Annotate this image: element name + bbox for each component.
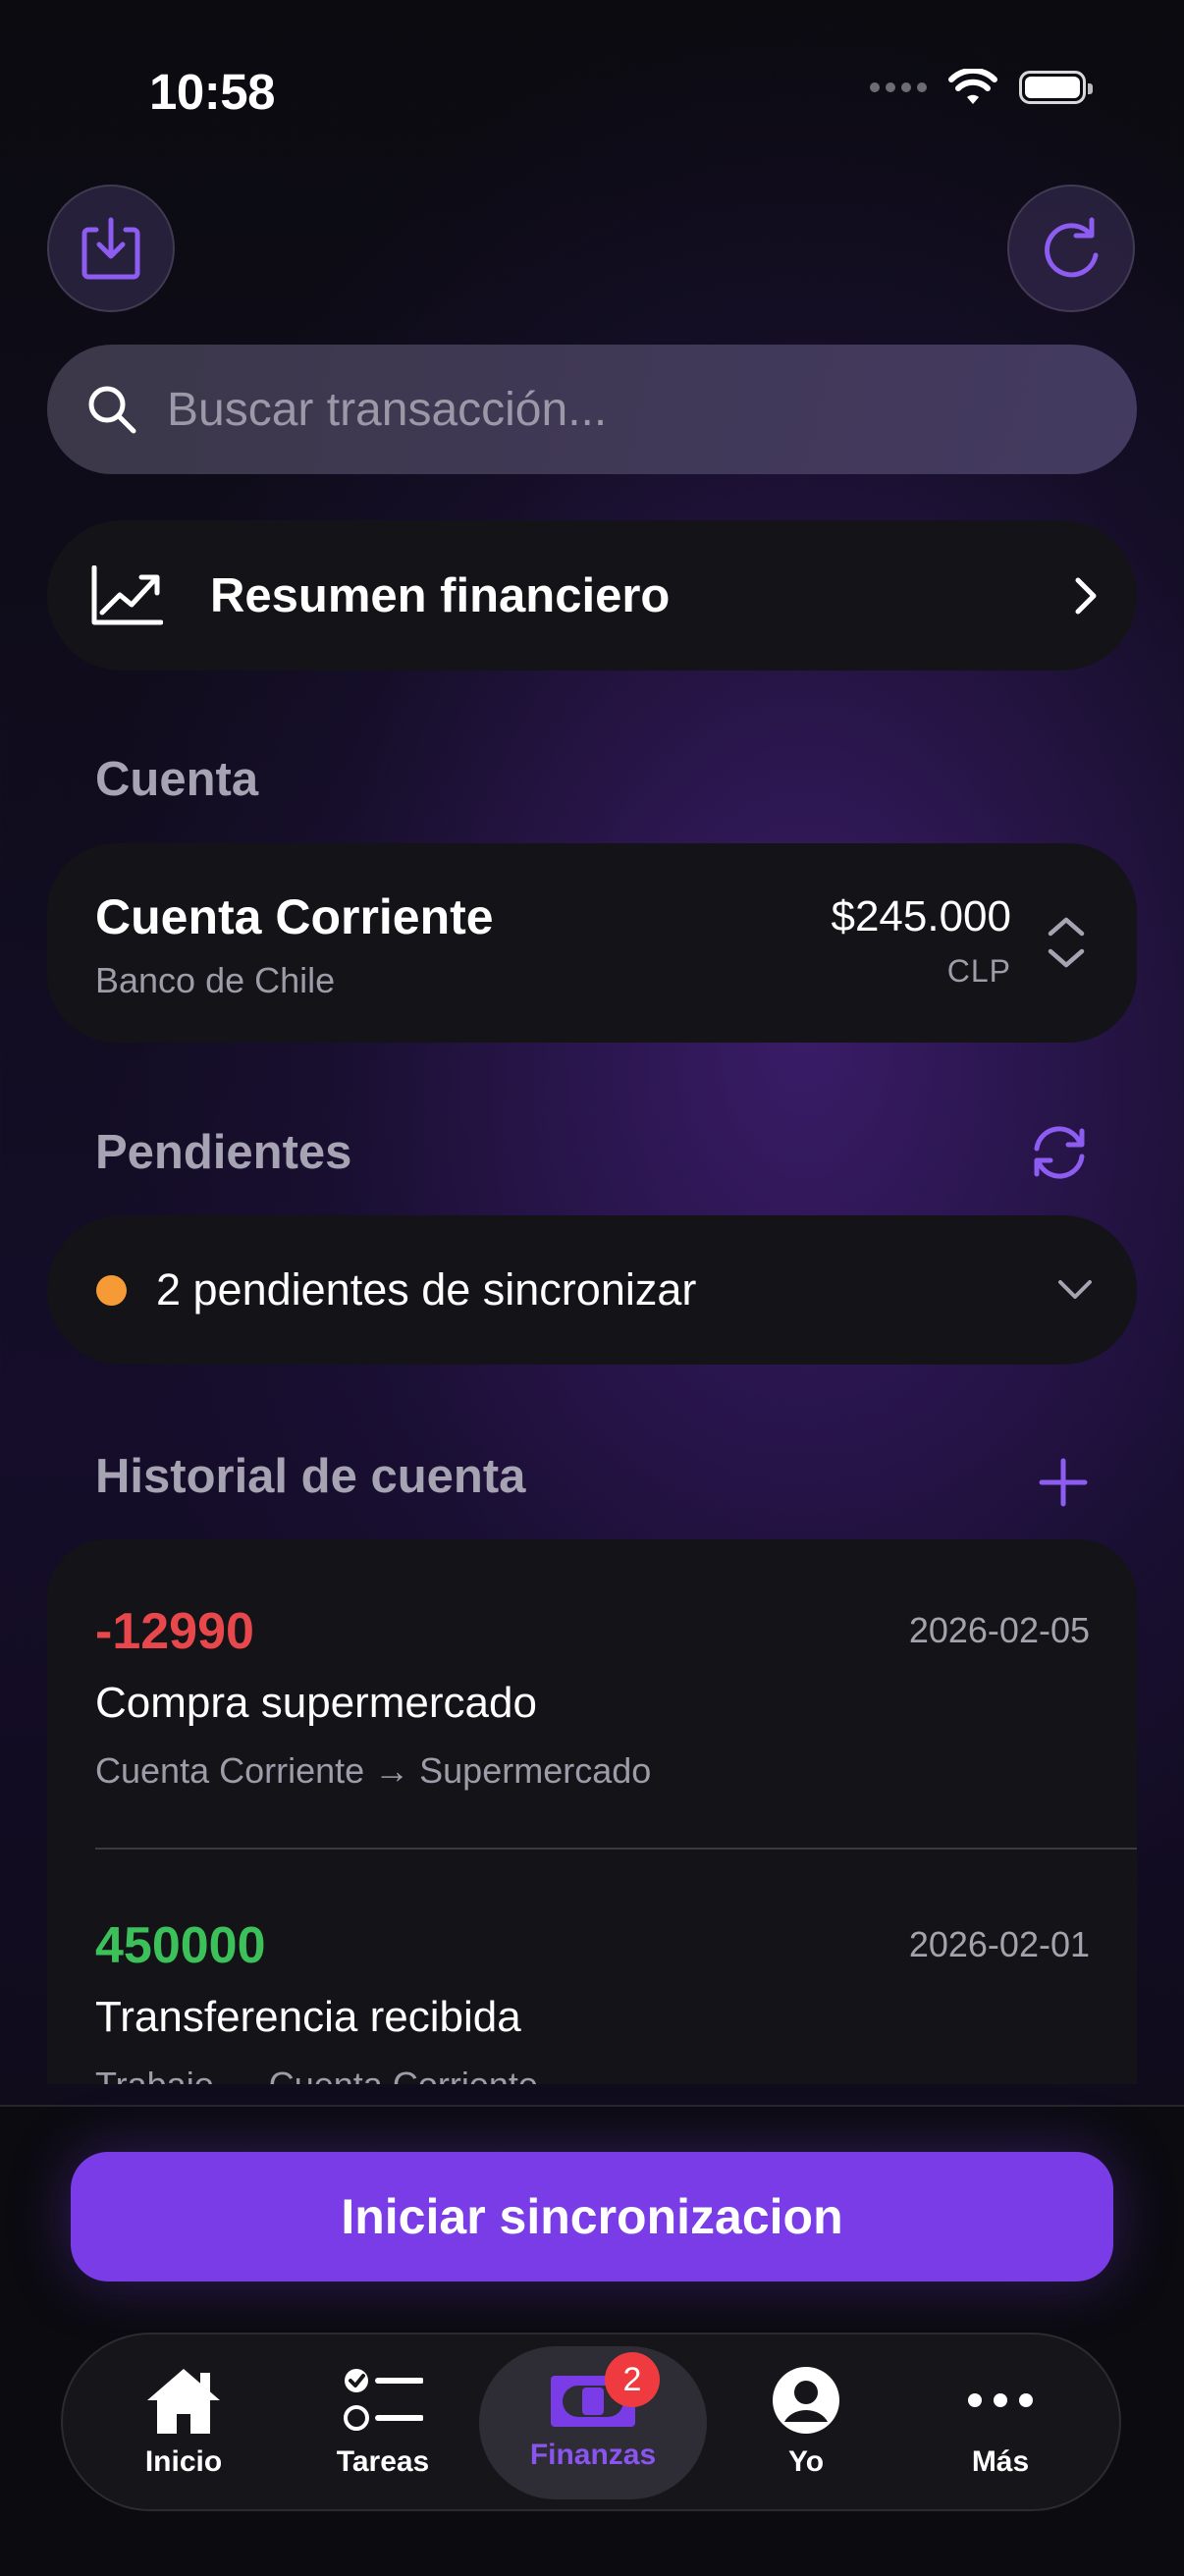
sync-arrows-icon (1034, 1126, 1085, 1179)
pending-sync-text: 2 pendientes de sincronizar (156, 1264, 697, 1315)
tab-label: Inicio (144, 2445, 223, 2478)
account-bank: Banco de Chile (95, 960, 336, 1000)
account-name: Cuenta Corriente (95, 889, 494, 944)
search-bar[interactable] (47, 345, 1137, 474)
search-input[interactable] (165, 381, 1052, 438)
status-indicators (870, 69, 1093, 106)
search-icon (88, 386, 136, 434)
download-tray-icon (81, 217, 140, 280)
transaction-date: 2026-02-05 (908, 1610, 1090, 1650)
transaction-title: Transferencia recibida (95, 1993, 521, 2041)
financial-summary-label: Resumen financiero (210, 568, 671, 622)
financial-summary-button[interactable]: Resumen financiero (47, 520, 1137, 671)
tab-bar: Inicio Tareas Finanzas 2 Yo Más (61, 2333, 1121, 2511)
tab-label: Más (971, 2445, 1030, 2478)
transaction-route: Cuenta Corriente → Supermercado (95, 1750, 652, 1791)
tab-yo[interactable]: Yo (705, 2334, 907, 2509)
tab-inicio[interactable]: Inicio (82, 2334, 285, 2509)
plus-icon (1039, 1458, 1088, 1507)
wifi-icon (948, 69, 997, 104)
transaction-date: 2026-02-01 (908, 1924, 1090, 1964)
refresh-icon (1045, 217, 1099, 278)
pending-section-title: Pendientes (95, 1126, 352, 1179)
add-transaction-button[interactable] (1038, 1457, 1089, 1513)
start-sync-button[interactable]: Iniciar sincronizacion (71, 2152, 1113, 2281)
account-balance: $245.000 (831, 892, 1011, 940)
status-time: 10:58 (149, 64, 275, 120)
pending-status-dot (96, 1274, 127, 1306)
chevron-right-icon (1075, 577, 1097, 614)
battery-icon (1019, 71, 1093, 104)
tab-label: Yo (787, 2445, 825, 2478)
chevron-down-icon (1058, 1280, 1092, 1299)
account-section-title: Cuenta (95, 753, 259, 806)
transaction-amount: -12990 (95, 1603, 254, 1660)
divider (95, 1848, 1137, 1850)
account-selector[interactable]: Cuenta Corriente Banco de Chile $245.000… (47, 843, 1137, 1043)
transaction-item[interactable]: 450000 2026-02-01 Transferencia recibida… (47, 1853, 1137, 2084)
transaction-title: Compra supermercado (95, 1679, 537, 1727)
transaction-route: Trabajo → Cuenta Corriente (95, 2065, 538, 2084)
chevron-up-down-icon (1048, 917, 1085, 968)
tab-finanzas[interactable]: Finanzas 2 (479, 2346, 707, 2499)
more-icon (968, 2393, 1033, 2407)
tab-label: Tareas (336, 2445, 430, 2478)
cellular-signal-icon (870, 82, 927, 92)
history-section-title: Historial de cuenta (95, 1450, 526, 1503)
sync-pending-button[interactable] (1027, 1123, 1092, 1187)
notification-badge: 2 (605, 2352, 660, 2407)
account-currency: CLP (946, 953, 1011, 989)
tab-tareas[interactable]: Tareas (282, 2334, 484, 2509)
pending-sync-dropdown[interactable]: 2 pendientes de sincronizar (47, 1215, 1137, 1365)
profile-icon (773, 2367, 839, 2434)
transaction-amount: 450000 (95, 1917, 266, 1974)
chart-trend-icon (91, 564, 163, 624)
tab-mas[interactable]: Más (899, 2334, 1102, 2509)
refresh-button[interactable] (1007, 185, 1135, 312)
home-icon (147, 2369, 220, 2434)
import-button[interactable] (47, 185, 175, 312)
transaction-history-list: -12990 2026-02-05 Compra supermercado Cu… (47, 1539, 1137, 2084)
transaction-item[interactable]: -12990 2026-02-05 Compra supermercado Cu… (47, 1539, 1137, 1853)
tab-label: Finanzas (529, 2439, 657, 2471)
checklist-icon (344, 2369, 423, 2431)
